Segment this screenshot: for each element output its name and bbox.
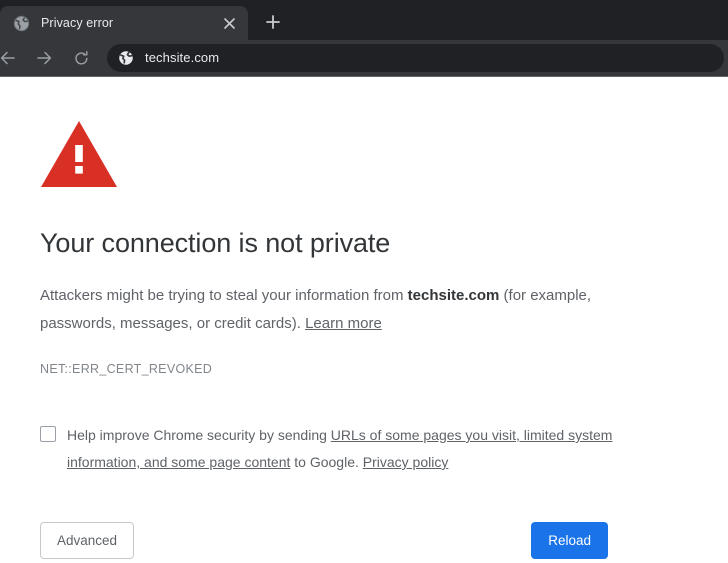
interstitial-explanation: Attackers might be trying to steal your … bbox=[40, 282, 640, 338]
address-bar[interactable]: techsite.com bbox=[107, 44, 724, 72]
back-button[interactable] bbox=[0, 43, 23, 73]
privacy-policy-link[interactable]: Privacy policy bbox=[363, 454, 449, 470]
browser-tab-privacy-error[interactable]: Privacy error bbox=[0, 6, 248, 40]
learn-more-link[interactable]: Learn more bbox=[305, 315, 382, 332]
interstitial-actions: Advanced Reload bbox=[40, 522, 640, 559]
plus-icon bbox=[266, 15, 280, 29]
optin-text-1: Help improve Chrome security by sending bbox=[67, 427, 331, 443]
new-tab-button[interactable] bbox=[257, 6, 289, 38]
advanced-button[interactable]: Advanced bbox=[40, 522, 134, 559]
page-title: Your connection is not private bbox=[40, 226, 640, 260]
reload-button[interactable] bbox=[66, 43, 96, 73]
browser-toolbar: techsite.com bbox=[0, 40, 728, 76]
address-bar-url: techsite.com bbox=[145, 50, 219, 66]
ssl-interstitial: Your connection is not private Attackers… bbox=[0, 77, 680, 559]
forward-button[interactable] bbox=[29, 43, 59, 73]
tab-title: Privacy error bbox=[41, 15, 218, 31]
close-icon[interactable] bbox=[218, 12, 240, 34]
arrow-left-icon bbox=[0, 49, 17, 67]
security-optin-row: Help improve Chrome security by sending … bbox=[40, 422, 640, 476]
error-code: NET::ERR_CERT_REVOKED bbox=[40, 360, 640, 378]
globe-icon bbox=[13, 15, 30, 32]
explanation-text-before: Attackers might be trying to steal your … bbox=[40, 287, 408, 304]
security-optin-checkbox[interactable] bbox=[40, 426, 56, 442]
arrow-right-icon bbox=[35, 49, 53, 67]
affected-domain: techsite.com bbox=[408, 287, 500, 304]
browser-chrome: Privacy error bbox=[0, 0, 728, 77]
warning-triangle-icon bbox=[40, 119, 640, 194]
optin-text-2: to Google. bbox=[290, 454, 362, 470]
reload-icon bbox=[73, 50, 90, 67]
globe-icon bbox=[118, 50, 134, 66]
reload-page-button[interactable]: Reload bbox=[531, 522, 608, 559]
page-content: Your connection is not private Attackers… bbox=[0, 77, 728, 563]
tab-strip: Privacy error bbox=[0, 0, 728, 40]
security-optin-label: Help improve Chrome security by sending … bbox=[67, 422, 640, 476]
